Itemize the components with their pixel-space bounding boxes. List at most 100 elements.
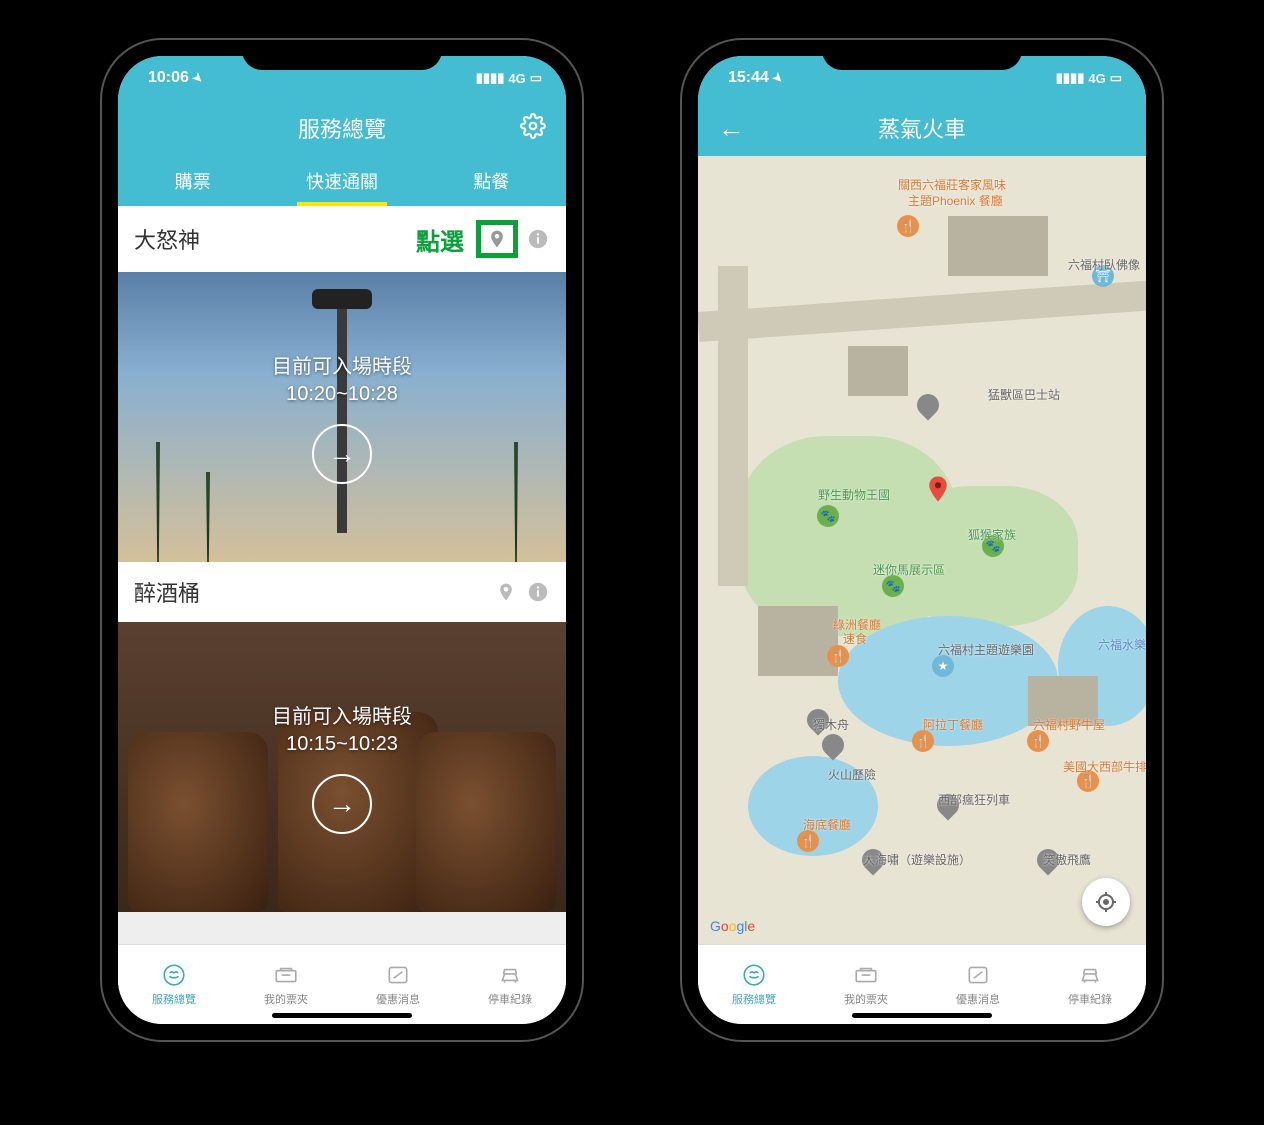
status-time-text: 10:06	[148, 69, 189, 87]
tab-label: 購票	[175, 168, 211, 194]
nav-label: 我的票夾	[264, 991, 308, 1007]
enter-button[interactable]: →	[312, 424, 372, 484]
status-time: 15:44 ➤	[728, 69, 783, 87]
map-label[interactable]: 狐猴家族	[968, 526, 1016, 543]
map-label[interactable]: 阿拉丁餐廳	[923, 716, 983, 733]
home-indicator[interactable]	[852, 1013, 992, 1018]
tab-tickets[interactable]: 購票	[118, 156, 267, 206]
page-title: 蒸氣火車	[878, 112, 966, 144]
map-label[interactable]: 六福村臥佛像	[1068, 256, 1140, 273]
map-label[interactable]: 速食	[843, 630, 867, 647]
phone-left: 10:06 ➤ ▮▮▮▮ 4G ▭ 服務總覽 購票 快速通關 點餐 大怒神	[102, 40, 582, 1040]
signal-icon: ▮▮▮▮	[1056, 70, 1085, 86]
annotation-text: 點選	[416, 222, 464, 257]
ride-card[interactable]: 目前可入場時段 10:20~10:28 →	[118, 272, 566, 562]
offers-icon	[385, 962, 411, 988]
gear-icon	[520, 113, 546, 139]
map-label[interactable]: 美國大西部牛排館	[1063, 758, 1146, 775]
map-label[interactable]: 迷你馬展示區	[873, 561, 945, 578]
nav-services[interactable]: 服務總覽	[698, 945, 810, 1024]
ride-header: 醉酒桶	[118, 562, 566, 622]
map-label[interactable]: 猛獸區巴士站	[988, 386, 1060, 403]
nav-services[interactable]: 服務總覽	[118, 945, 230, 1024]
enter-button[interactable]: →	[312, 774, 372, 834]
google-attribution: Google	[710, 918, 755, 934]
map-label[interactable]: 六福水樂	[1098, 636, 1146, 653]
location-button-highlighted[interactable]	[476, 220, 518, 258]
poi-animal-icon[interactable]: 🐾	[882, 575, 904, 597]
map-label[interactable]: 關西六福莊客家風味	[898, 176, 1006, 193]
map-label[interactable]: 大海嘯（遊樂設施）	[863, 851, 971, 868]
location-arrow-icon: ➤	[189, 69, 206, 86]
map-label[interactable]: 海底餐廳	[803, 816, 851, 833]
notch	[822, 40, 1022, 70]
status-time: 10:06 ➤	[148, 69, 203, 87]
services-icon	[161, 962, 187, 988]
ticket-icon	[853, 962, 879, 988]
location-button[interactable]	[494, 580, 518, 604]
tab-fastpass[interactable]: 快速通關	[267, 156, 416, 206]
info-button[interactable]	[526, 580, 550, 604]
ride-name: 大怒神	[134, 223, 408, 255]
poi-restaurant-icon[interactable]: 🍴	[912, 730, 934, 752]
page-title: 服務總覽	[298, 112, 386, 144]
poi-restaurant-icon[interactable]: 🍴	[797, 830, 819, 852]
network-label: 4G	[1088, 71, 1105, 86]
poi-pin-icon[interactable]	[912, 389, 943, 420]
map-pin-icon	[496, 580, 516, 604]
info-button[interactable]	[526, 227, 550, 251]
network-label: 4G	[508, 71, 525, 86]
nav-label: 停車紀錄	[1068, 991, 1112, 1007]
battery-icon: ▭	[1110, 70, 1122, 86]
map-label[interactable]: 野生動物王國	[818, 486, 890, 503]
poi-restaurant-icon[interactable]: 🍴	[1027, 730, 1049, 752]
map-label[interactable]: 西部瘋狂列車	[938, 791, 1010, 808]
destination-pin-icon[interactable]	[923, 469, 953, 514]
nav-parking[interactable]: 停車紀錄	[1034, 945, 1146, 1024]
arrow-right-icon: →	[328, 438, 356, 470]
locate-me-button[interactable]	[1082, 878, 1130, 926]
signal-icon: ▮▮▮▮	[476, 70, 505, 86]
map-label[interactable]: 火山歷險	[828, 766, 876, 783]
nav-parking[interactable]: 停車紀錄	[454, 945, 566, 1024]
poi-animal-icon[interactable]: 🐾	[817, 505, 839, 527]
map-label[interactable]: 獨木舟	[813, 716, 849, 733]
nav-label: 優惠消息	[956, 991, 1000, 1007]
map-label[interactable]: 六福村主題遊樂園	[938, 641, 1034, 658]
back-button[interactable]: ←	[718, 113, 744, 144]
nav-label: 服務總覽	[152, 991, 196, 1007]
ticket-icon	[273, 962, 299, 988]
offers-icon	[965, 962, 991, 988]
ride-list[interactable]: 大怒神 點選 目前可入場時段 10:20~10:28 →	[118, 206, 566, 944]
battery-icon: ▭	[530, 70, 542, 86]
notch	[242, 40, 442, 70]
arrow-right-icon: →	[328, 788, 356, 820]
poi-landmark-icon[interactable]: ★	[932, 655, 954, 677]
slot-label: 目前可入場時段	[272, 350, 412, 379]
ride-name: 醉酒桶	[134, 576, 486, 608]
ride-card[interactable]: 目前可入場時段 10:15~10:23 →	[118, 622, 566, 912]
location-arrow-icon: ➤	[769, 69, 786, 86]
map-label[interactable]: 六福村野牛屋	[1033, 716, 1105, 733]
poi-restaurant-icon[interactable]: 🍴	[827, 645, 849, 667]
parking-icon	[1077, 962, 1103, 988]
map[interactable]: 🍴 ⛩ 🐾 🐾 🐾 🍴 ★ 🍴 🍴 🍴 🍴	[698, 156, 1146, 944]
tab-food[interactable]: 點餐	[417, 156, 566, 206]
parking-icon	[497, 962, 523, 988]
map-label[interactable]: 主題Phoenix 餐廳	[908, 192, 1003, 209]
info-icon	[527, 228, 549, 250]
bottom-nav: 服務總覽 我的票夾 優惠消息 停車紀錄	[698, 944, 1146, 1024]
screen-right: 15:44 ➤ ▮▮▮▮ 4G ▭ ← 蒸氣火車	[698, 56, 1146, 1024]
home-indicator[interactable]	[272, 1013, 412, 1018]
slot-label: 目前可入場時段	[272, 700, 412, 729]
settings-button[interactable]	[520, 113, 546, 144]
map-label[interactable]: 笑傲飛鷹	[1043, 851, 1091, 868]
slot-time: 10:15~10:23	[286, 733, 398, 756]
tab-label: 點餐	[473, 168, 509, 194]
arrow-left-icon: ←	[718, 113, 744, 143]
services-icon	[741, 962, 767, 988]
header: 服務總覽	[118, 100, 566, 156]
poi-restaurant-icon[interactable]: 🍴	[897, 215, 919, 237]
nav-label: 我的票夾	[844, 991, 888, 1007]
slot-time: 10:20~10:28	[286, 383, 398, 406]
